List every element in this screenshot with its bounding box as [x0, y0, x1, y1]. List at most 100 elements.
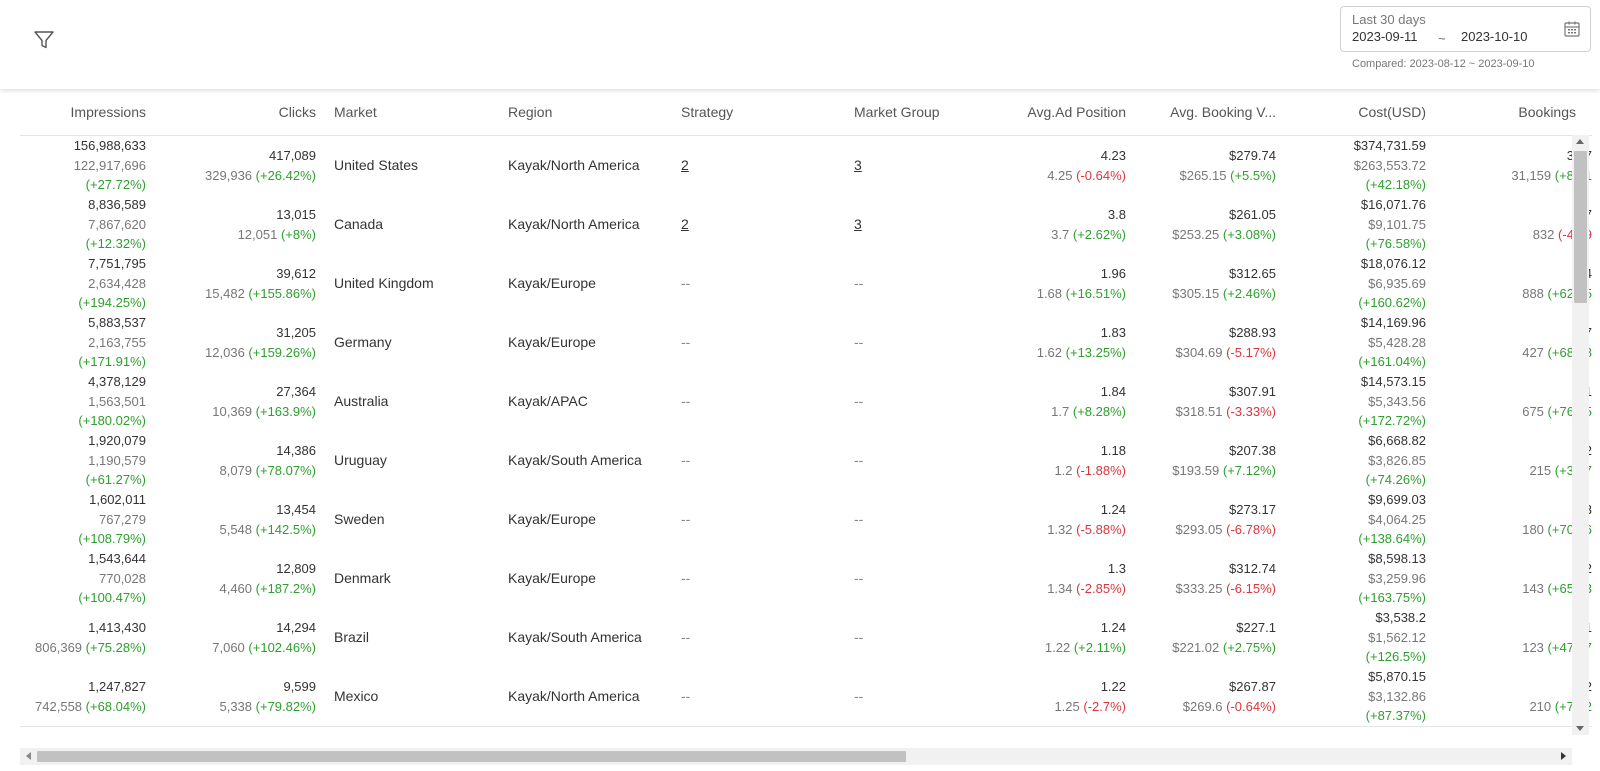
strategy-text: -- — [681, 274, 691, 291]
table-row[interactable]: 1,247,827 742,558 (+68.04%) 9,599 5,338 (+7… — [20, 667, 1592, 727]
table-row[interactable]: 1,543,644 770,028 (+100.47%) 12,809 4,460 (+… — [20, 549, 1592, 609]
date-range-picker[interactable]: Last 30 days 2023-09-11 ~ 2023-10-10 — [1340, 6, 1591, 52]
strategy-cell: -- — [681, 313, 841, 372]
column-header-bookings[interactable]: Bookings — [1440, 89, 1576, 136]
column-header-avg-booking-value[interactable]: Avg. Booking V... — [1140, 89, 1276, 136]
table-row[interactable]: 5,883,537 2,163,755 (+171.91%) 31,205 12,036… — [20, 313, 1592, 373]
column-header-impressions[interactable]: Impressions — [20, 89, 146, 136]
bookings-previous: 215 — [1529, 462, 1552, 478]
bookings-previous: 888 — [1522, 285, 1544, 301]
table-row[interactable]: 1,413,430 806,369 (+75.28%) 14,294 7,060 (+… — [20, 608, 1592, 668]
cost-change: (+42.18%) — [1365, 177, 1426, 193]
impressions-current: 1,920,079 — [88, 433, 146, 449]
market-cell: United States — [334, 136, 494, 195]
column-header-market[interactable]: Market — [334, 89, 494, 136]
column-header-clicks[interactable]: Clicks — [160, 89, 316, 136]
market-group-cell: -- — [854, 608, 994, 667]
avg-ad-position-change: (+13.25%) — [1065, 344, 1126, 360]
cost-cell: $5,870.15 $3,132.86 (+87.37%) — [1290, 667, 1426, 726]
market-group-cell: -- — [854, 372, 994, 431]
scroll-left-arrow-icon[interactable] — [26, 752, 31, 760]
date-range-start[interactable]: 2023-09-11 — [1352, 29, 1418, 44]
avg-ad-position-previous: 1.7 — [1051, 403, 1070, 419]
clicks-previous: 12,051 — [237, 226, 278, 242]
strategy-text: -- — [681, 392, 691, 409]
date-range-end[interactable]: 2023-10-10 — [1461, 29, 1528, 44]
strategy-link[interactable]: 2 — [681, 215, 689, 235]
vertical-scroll-thumb[interactable] — [1574, 151, 1587, 303]
market-group-cell: -- — [854, 490, 994, 549]
avg-ad-position-cell: 3.8 3.7 (+2.62%) — [990, 195, 1126, 254]
data-grid: Impressions Clicks Market Region Strateg… — [20, 89, 1592, 735]
cost-current: $5,870.15 — [1368, 669, 1426, 685]
filter-icon[interactable] — [32, 28, 56, 52]
column-header-avg-ad-position[interactable]: Avg.Ad Position — [990, 89, 1126, 136]
horizontal-scrollbar[interactable] — [20, 748, 1572, 765]
cost-current: $16,071.76 — [1360, 197, 1426, 213]
market-text: Australia — [334, 392, 389, 409]
cost-change: (+87.37%) — [1365, 708, 1426, 724]
column-header-market-group[interactable]: Market Group — [854, 89, 994, 136]
region-cell: Kayak/North America — [508, 195, 668, 254]
impressions-previous: 770,028 — [99, 570, 146, 586]
avg-booking-value-cell: $261.05 $253.25 (+3.08%) — [1140, 195, 1276, 254]
strategy-link[interactable]: 2 — [681, 156, 689, 176]
market-group-link[interactable]: 3 — [854, 156, 862, 176]
bookings-previous: 123 — [1522, 639, 1544, 655]
region-text: Kayak/South America — [508, 451, 642, 468]
scroll-up-arrow-icon[interactable] — [1576, 139, 1584, 144]
market-group-cell: -- — [854, 313, 994, 372]
clicks-previous: 10,369 — [212, 403, 253, 419]
vertical-scrollbar[interactable] — [1572, 135, 1589, 735]
strategy-text: -- — [681, 451, 691, 468]
market-group-text: -- — [854, 451, 864, 468]
avg-ad-position-cell: 1.83 1.62 (+13.25%) — [990, 313, 1126, 372]
table-row[interactable]: 156,988,633 122,917,696 (+27.72%) 417,089 32… — [20, 136, 1592, 196]
avg-ad-position-previous: 1.32 — [1047, 521, 1073, 537]
calendar-icon[interactable] — [1563, 20, 1581, 38]
market-text: Brazil — [334, 628, 370, 645]
clicks-cell: 14,294 7,060 (+102.46%) — [160, 608, 316, 667]
table-row[interactable]: 7,751,795 2,634,428 (+194.25%) 39,612 15,482… — [20, 254, 1592, 314]
avg-ad-position-cell: 1.96 1.68 (+16.51%) — [990, 254, 1126, 313]
avg-ad-position-current: 3.8 — [1107, 207, 1126, 222]
impressions-current: 156,988,633 — [73, 138, 146, 154]
market-cell: United Kingdom — [334, 254, 494, 313]
market-group-cell: -- — [854, 667, 994, 726]
impressions-current: 8,836,589 — [88, 197, 146, 213]
cost-previous: $9,101.75 — [1368, 216, 1426, 232]
avg-ad-position-previous: 1.34 — [1047, 580, 1073, 596]
avg-ad-position-previous: 3.7 — [1051, 226, 1070, 242]
avg-ad-position-previous: 1.25 — [1054, 698, 1080, 714]
cost-cell: $14,573.15 $5,343.56 (+172.72%) — [1290, 372, 1426, 431]
cost-current: $8,598.13 — [1368, 551, 1426, 567]
avg-booking-value-current: $267.87 — [1229, 679, 1276, 694]
avg-booking-value-current: $273.17 — [1229, 502, 1276, 517]
bookings-previous: 143 — [1522, 580, 1544, 596]
impressions-previous: 122,917,696 — [73, 157, 146, 173]
market-group-link[interactable]: 3 — [854, 215, 862, 235]
bookings-cell: 1,1675 (+76.15 — [1440, 372, 1592, 431]
column-header-region[interactable]: Region — [508, 89, 668, 136]
scroll-right-arrow-icon[interactable] — [1561, 752, 1566, 760]
table-row[interactable]: 1,602,011 767,279 (+108.79%) 13,454 5,548 (+… — [20, 490, 1592, 550]
cost-change: (+163.75%) — [1358, 590, 1426, 606]
cost-change: (+161.04%) — [1358, 354, 1426, 370]
table-row[interactable]: 4,378,129 1,563,501 (+180.02%) 27,364 10,369… — [20, 372, 1592, 432]
column-header-cost[interactable]: Cost(USD) — [1290, 89, 1426, 136]
region-cell: Kayak/Europe — [508, 313, 668, 372]
avg-booking-value-current: $227.1 — [1236, 620, 1276, 635]
table-row[interactable]: 8,836,589 7,867,620 (+12.32%) 13,015 12,051 … — [20, 195, 1592, 255]
impressions-current: 1,602,011 — [89, 492, 146, 508]
bookings-cell: 1123 (+47.97 — [1440, 608, 1592, 667]
clicks-current: 12,809 — [276, 561, 316, 576]
clicks-cell: 12,809 4,460 (+187.2%) — [160, 549, 316, 608]
column-header-strategy[interactable]: Strategy — [681, 89, 841, 136]
impressions-current: 5,883,537 — [88, 315, 146, 331]
bookings-cell: 1,4888 (+62.05 — [1440, 254, 1592, 313]
scroll-down-arrow-icon[interactable] — [1576, 726, 1584, 731]
cost-current: $18,076.12 — [1360, 256, 1426, 272]
region-text: Kayak/Europe — [508, 333, 596, 350]
table-row[interactable]: 1,920,079 1,190,579 (+61.27%) 14,386 8,079 (… — [20, 431, 1592, 491]
horizontal-scroll-thumb[interactable] — [37, 751, 906, 762]
